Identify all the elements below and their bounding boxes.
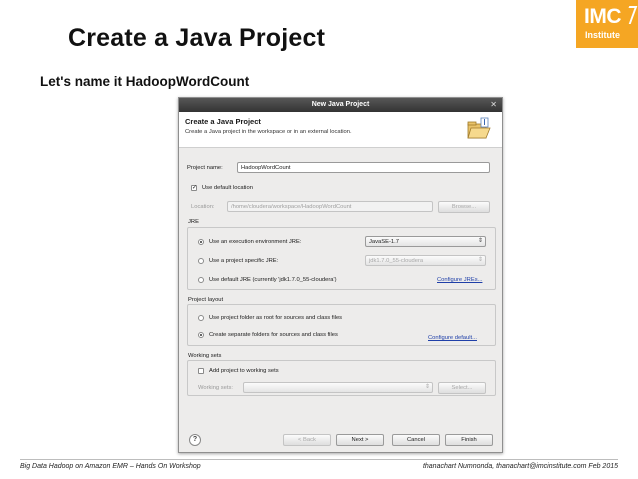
add-to-working-sets-label: Add project to working sets [209,368,279,374]
jre-specific-value: jdk1.7.0_55-cloudera [369,258,424,264]
logo-swoosh-icon [622,6,638,24]
back-button[interactable]: < Back [283,434,331,446]
jre-default-label: Use default JRE (currently 'jdk1.7.0_55-… [209,277,337,283]
jre-group-title: JRE [188,219,199,225]
browse-button[interactable]: Browse... [438,201,490,213]
slide-title: Create a Java Project [68,24,326,52]
slide-subtitle: Let's name it HadoopWordCount [40,74,250,89]
dialog-banner: Create a Java Project Create a Java proj… [179,112,502,148]
use-default-location-checkbox[interactable] [191,184,197,191]
project-name-label: Project name: [187,165,223,171]
layout-separate-radio[interactable] [198,332,204,338]
working-sets-select[interactable]: ⇕ [243,382,433,393]
select-working-sets-button[interactable]: Select... [438,382,486,394]
chevron-updown-icon: ⇕ [424,384,430,390]
open-folder-icon [467,117,491,139]
footer-divider [20,459,618,460]
help-icon[interactable]: ? [189,434,201,446]
project-name-input[interactable]: HadoopWordCount [237,162,490,173]
jre-env-radio[interactable] [198,239,204,245]
jre-specific-label: Use a project specific JRE: [209,258,279,264]
footer-left-text: Big Data Hadoop on Amazon EMR – Hands On… [20,463,201,470]
dialog-description: Create a Java project in the workspace o… [185,129,352,135]
dialog-title: New Java Project [311,101,370,108]
footer-right-text: thanachart Numnonda, thanachart@imcinsti… [422,463,618,470]
layout-separate-label: Create separate folders for sources and … [209,332,338,338]
chevron-updown-icon: ⇕ [477,238,483,244]
jre-env-value: JavaSE-1.7 [369,239,399,245]
imc-logo: IMC Institute [574,0,638,48]
location-input[interactable]: /home/cloudera/workspace/HadoopWordCount [227,201,433,212]
working-sets-group-title: Working sets [188,353,222,359]
logo-text: IMC [584,5,622,28]
layout-root-radio[interactable] [198,315,204,321]
close-icon[interactable]: ✕ [490,100,497,109]
jre-default-radio[interactable] [198,277,204,283]
location-label: Location: [191,204,215,210]
layout-root-label: Use project folder as root for sources a… [209,315,343,321]
add-to-working-sets-checkbox[interactable] [198,368,204,374]
configure-jres-link[interactable]: Configure JREs... [437,277,482,283]
working-sets-label: Working sets: [198,385,234,391]
new-java-project-dialog: New Java Project ✕ Create a Java Project… [178,97,503,453]
layout-group-title: Project layout [188,297,224,303]
jre-specific-radio[interactable] [198,258,204,264]
configure-default-link[interactable]: Configure default... [428,335,477,341]
cancel-button[interactable]: Cancel [392,434,440,446]
jre-specific-select[interactable]: jdk1.7.0_55-cloudera ⇕ [365,255,486,266]
use-default-location-label: Use default location [202,185,253,191]
jre-env-label: Use an execution environment JRE: [209,239,302,245]
finish-button[interactable]: Finish [445,434,493,446]
jre-env-select[interactable]: JavaSE-1.7 ⇕ [365,236,486,247]
dialog-header: Create a Java Project [185,117,261,126]
chevron-updown-icon: ⇕ [477,257,483,263]
logo-subtext: Institute [585,30,620,40]
dialog-titlebar: New Java Project ✕ [179,98,502,112]
next-button[interactable]: Next > [336,434,384,446]
